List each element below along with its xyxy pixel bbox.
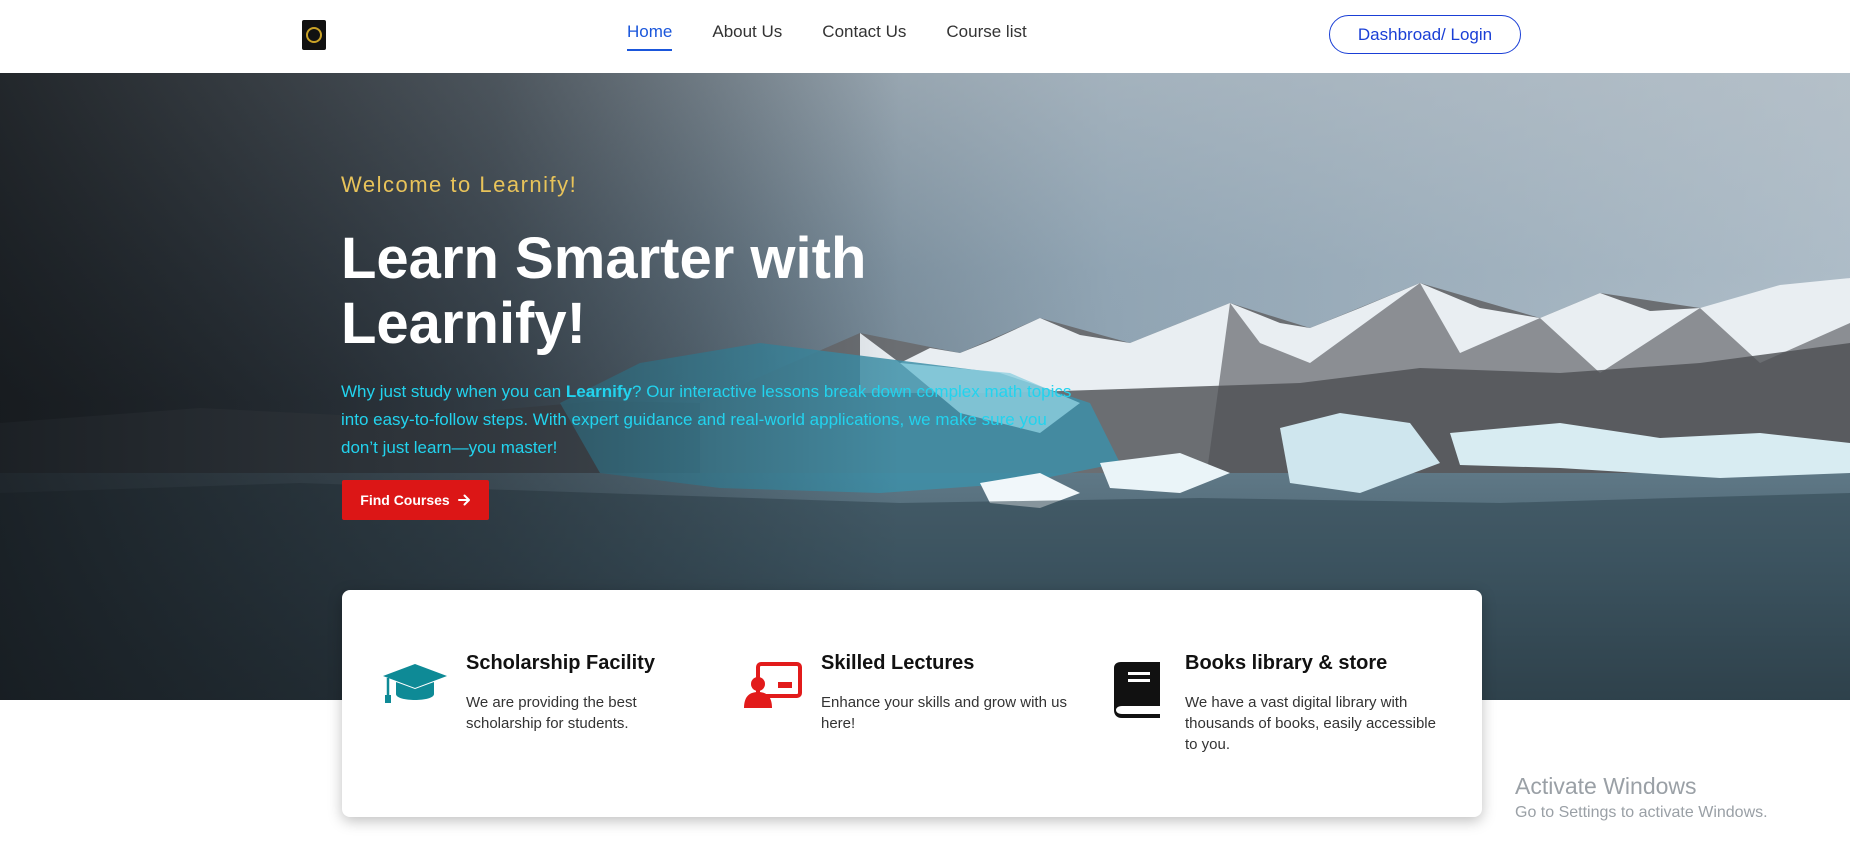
logo-icon[interactable] <box>302 20 326 50</box>
feature-text: Enhance your skills and grow with us her… <box>821 694 1067 732</box>
activate-windows-watermark: Activate Windows Go to Settings to activ… <box>1515 773 1768 822</box>
watermark-subtitle: Go to Settings to activate Windows. <box>1515 804 1768 821</box>
intro-text-start: Why just study when you can <box>341 382 566 401</box>
feature-title: Skilled Lectures <box>821 652 975 674</box>
dashboard-login-button[interactable]: Dashbroad/ Login <box>1329 15 1521 54</box>
watermark-title: Activate Windows <box>1515 773 1697 799</box>
main-nav: Home About Us Contact Us Course list <box>627 22 1067 51</box>
nav-link-contact-us[interactable]: Contact Us <box>822 22 906 51</box>
hero-welcome-text: Welcome to Learnify! <box>341 172 578 197</box>
feature-title: Books library & store <box>1185 652 1388 674</box>
intro-brand-name: Learnify <box>565 382 633 401</box>
find-courses-button[interactable]: Find Courses <box>342 480 489 520</box>
site-header: Home About Us Contact Us Course list Das… <box>0 0 1850 73</box>
features-card: Scholarship Facility We are providing th… <box>342 590 1482 817</box>
hero-intro-text: Why just study when you can Learnify? Ou… <box>341 378 1086 462</box>
find-courses-label: Find Courses <box>360 492 450 508</box>
nav-link-about-us[interactable]: About Us <box>712 22 782 51</box>
hero-headline: Learn Smarter with Learnify! <box>341 226 867 356</box>
arrow-right-icon <box>457 494 470 506</box>
nav-link-home[interactable]: Home <box>627 22 673 51</box>
book-icon <box>1114 662 1160 718</box>
feature-text: We are providing the best scholarship fo… <box>466 694 637 732</box>
nav-link-course-list[interactable]: Course list <box>946 22 1026 51</box>
graduation-cap-icon <box>383 664 447 703</box>
feature-title: Scholarship Facility <box>466 652 655 674</box>
presentation-board-icon <box>744 662 802 708</box>
feature-text: We have a vast digital library with thou… <box>1185 694 1436 753</box>
